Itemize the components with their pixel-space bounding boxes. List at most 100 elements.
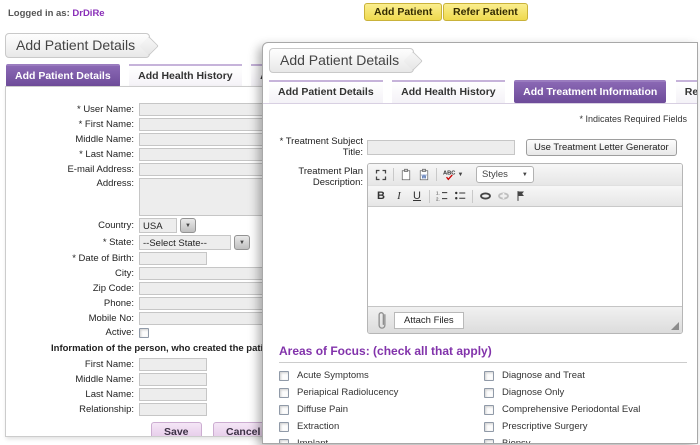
toolbar-separator <box>393 168 394 181</box>
country-select-button[interactable]: ▼ <box>180 218 196 233</box>
country-label: Country: <box>6 220 139 231</box>
bg-tab-add-health-history[interactable]: Add Health History <box>129 64 242 87</box>
treatment-subject-title-label: * Treatment Subject Title: <box>263 136 367 158</box>
fg-page-title: Add Patient Details <box>269 48 414 73</box>
focus-item: Diagnose and Treat <box>484 370 640 381</box>
logged-in-label: Logged in as: <box>8 8 70 19</box>
attach-files-button[interactable]: Attach Files <box>394 312 464 329</box>
save-button[interactable]: Save <box>151 422 202 437</box>
implant-checkbox[interactable] <box>279 439 289 445</box>
chevron-down-icon: ▼ <box>458 172 464 178</box>
paste-from-word-button[interactable]: W <box>415 166 433 183</box>
fg-tab-add-treatment-information[interactable]: Add Treatment Information <box>514 80 666 103</box>
italic-button[interactable]: I <box>390 188 408 205</box>
editor-toolbar-row-2: B I U 1.2. <box>368 185 682 206</box>
svg-text:2.: 2. <box>436 197 440 202</box>
creator-last-name-input[interactable] <box>139 388 207 401</box>
comprehensive-periodontal-eval-checkbox[interactable] <box>484 405 494 415</box>
acute-symptoms-checkbox[interactable] <box>279 371 289 381</box>
link-button[interactable] <box>476 188 494 205</box>
periapical-radiolucency-checkbox[interactable] <box>279 388 289 398</box>
active-label: Active: <box>6 327 139 338</box>
styles-dropdown[interactable]: Styles▼ <box>476 166 534 183</box>
focus-item: Prescriptive Surgery <box>484 421 640 432</box>
checkbox-label: Biopsy <box>502 438 531 444</box>
numbered-list-icon: 1.2. <box>436 190 448 202</box>
middle-name-label: Middle Name: <box>6 134 139 145</box>
checkbox-label: Extraction <box>297 421 339 432</box>
user-name-label: * User Name: <box>6 104 139 115</box>
svg-text:W: W <box>421 174 426 180</box>
bg-tab-add-patient-details[interactable]: Add Patient Details <box>6 64 120 87</box>
maximize-button[interactable] <box>372 166 390 183</box>
editor-content[interactable] <box>368 206 682 306</box>
refer-patient-button[interactable]: Refer Patient <box>443 3 528 21</box>
link-icon <box>479 190 492 202</box>
focus-checkbox-grid: Acute Symptoms Periapical Radiolucency D… <box>263 370 697 444</box>
creator-first-name-input[interactable] <box>139 358 207 371</box>
paste-icon <box>400 168 412 181</box>
use-treatment-letter-generator-button[interactable]: Use Treatment Letter Generator <box>526 139 677 156</box>
country-select[interactable]: USA <box>139 218 177 233</box>
focus-item: Periapical Radiolucency <box>279 387 484 398</box>
focus-column-left: Acute Symptoms Periapical Radiolucency D… <box>279 370 484 444</box>
bullet-list-button[interactable] <box>451 188 469 205</box>
relationship-label: Relationship: <box>6 404 139 415</box>
diffuse-pain-checkbox[interactable] <box>279 405 289 415</box>
maximize-icon <box>375 169 387 181</box>
focus-item: Diagnose Only <box>484 387 640 398</box>
biopsy-checkbox[interactable] <box>484 439 494 445</box>
state-select[interactable]: --Select State-- <box>139 235 231 250</box>
fg-tab-add-patient-details[interactable]: Add Patient Details <box>269 80 383 103</box>
checkbox-label: Diagnose Only <box>502 387 564 398</box>
toolbar-separator <box>436 168 437 181</box>
username-link[interactable]: DrDiRe <box>72 8 104 19</box>
relationship-input[interactable] <box>139 403 207 416</box>
creator-middle-name-input[interactable] <box>139 373 207 386</box>
state-select-button[interactable]: ▼ <box>234 235 250 250</box>
add-treatment-information-panel: Add Patient Details Add Patient Details … <box>262 42 698 444</box>
divider <box>279 362 687 363</box>
checkbox-label: Implant <box>297 438 328 444</box>
chevron-down-icon: ▼ <box>239 240 245 246</box>
extraction-checkbox[interactable] <box>279 422 289 432</box>
first-name-label: * First Name: <box>6 119 139 130</box>
treatment-subject-title-input[interactable] <box>367 140 515 155</box>
fg-tab-refer-patient[interactable]: Refer Patient <box>676 80 698 103</box>
diagnose-and-treat-checkbox[interactable] <box>484 371 494 381</box>
diagnose-only-checkbox[interactable] <box>484 388 494 398</box>
spell-check-button[interactable]: ABC▼ <box>440 166 466 183</box>
focus-item: Comprehensive Periodontal Eval <box>484 404 640 415</box>
state-label: * State: <box>6 237 139 248</box>
checkbox-label: Acute Symptoms <box>297 370 369 381</box>
focus-item: Acute Symptoms <box>279 370 484 381</box>
focus-column-right: Diagnose and Treat Diagnose Only Compreh… <box>484 370 640 444</box>
bold-button[interactable]: B <box>372 188 390 205</box>
required-fields-note: * Indicates Required Fields <box>263 114 687 124</box>
city-label: City: <box>6 268 139 279</box>
paste-button[interactable] <box>397 166 415 183</box>
fg-tab-add-health-history[interactable]: Add Health History <box>392 80 505 103</box>
chevron-down-icon: ▼ <box>185 223 191 229</box>
toolbar-separator <box>472 190 473 203</box>
svg-text:1.: 1. <box>436 191 440 196</box>
checkbox-label: Comprehensive Periodontal Eval <box>502 404 640 415</box>
styles-label: Styles <box>482 169 508 180</box>
numbered-list-button[interactable]: 1.2. <box>433 188 451 205</box>
creator-last-name-label: Last Name: <box>6 389 139 400</box>
date-of-birth-label: * Date of Birth: <box>6 253 139 264</box>
checkbox-label: Diagnose and Treat <box>502 370 585 381</box>
add-patient-button[interactable]: Add Patient <box>364 3 442 21</box>
resize-handle[interactable] <box>671 322 679 330</box>
phone-label: Phone: <box>6 298 139 309</box>
unlink-button[interactable] <box>494 188 512 205</box>
editor-footer: Attach Files <box>368 306 682 333</box>
bullet-list-icon <box>454 190 466 202</box>
date-of-birth-input[interactable] <box>139 252 207 265</box>
prescriptive-surgery-checkbox[interactable] <box>484 422 494 432</box>
anchor-flag-button[interactable] <box>512 188 530 205</box>
active-checkbox[interactable] <box>139 328 149 338</box>
underline-button[interactable]: U <box>408 188 426 205</box>
fg-tab-bar: Add Patient Details Add Health History A… <box>263 80 697 104</box>
checkbox-label: Periapical Radiolucency <box>297 387 398 398</box>
